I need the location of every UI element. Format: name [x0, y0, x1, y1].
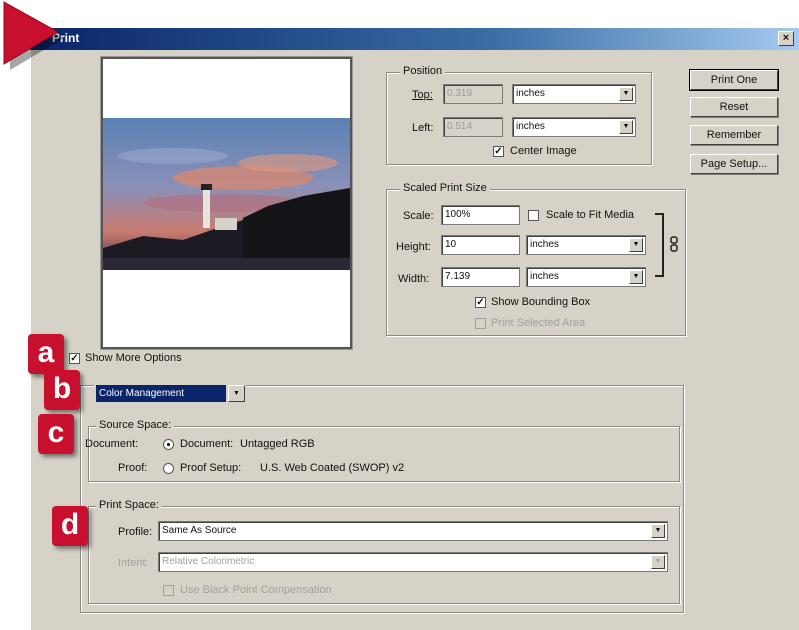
remember-button[interactable]: Remember: [690, 125, 778, 145]
scale-input[interactable]: 100%: [441, 205, 520, 225]
top-unit-value: inches: [516, 88, 545, 99]
red-arrow-icon: [0, 0, 70, 74]
show-bounding-box-label: Show Bounding Box: [491, 296, 591, 308]
scale-label: Scale:: [403, 210, 434, 222]
top-label: Top:: [412, 89, 433, 101]
height-unit-value: inches: [530, 239, 559, 250]
profile-value: Same As Source: [162, 525, 237, 536]
intent-select[interactable]: Relative Colorimetric ▼: [158, 552, 668, 572]
page-setup-button[interactable]: Page Setup...: [690, 154, 778, 174]
chevron-down-icon[interactable]: ▼: [228, 385, 245, 402]
close-button[interactable]: ×: [778, 31, 794, 46]
chain-link-icon[interactable]: [668, 236, 680, 252]
top-unit-select[interactable]: inches ▼: [512, 84, 636, 104]
print-one-button[interactable]: Print One: [689, 69, 779, 91]
scaled-print-size-legend: Scaled Print Size: [400, 182, 490, 194]
left-label: Left:: [412, 122, 434, 134]
width-input[interactable]: 7.139: [441, 267, 520, 287]
black-point-compensation-checkbox[interactable]: [163, 585, 174, 596]
proof-radio[interactable]: [163, 463, 174, 474]
marker-d-letter: d: [60, 508, 80, 541]
preview-image: [103, 118, 350, 270]
height-unit-select[interactable]: inches ▼: [526, 235, 646, 255]
marker-a: a: [28, 334, 64, 374]
document-row-label: Document:: [85, 438, 139, 450]
width-label: Width:: [398, 273, 430, 285]
marker-c-letter: c: [47, 416, 65, 449]
proportion-bracket: [655, 213, 664, 277]
center-image-checkbox[interactable]: ✓: [493, 146, 504, 157]
chevron-down-icon: ▼: [619, 87, 633, 101]
left-input[interactable]: 0.514: [443, 117, 503, 137]
show-more-options-checkbox[interactable]: ✓: [69, 353, 80, 364]
intent-value: Relative Colorimetric: [162, 556, 255, 567]
proof-profile-value: U.S. Web Coated (SWOP) v2: [260, 462, 405, 474]
show-more-options-label: Show More Options: [85, 352, 182, 364]
print-selected-area-label: Print Selected Area: [491, 317, 586, 329]
chevron-down-icon: ▼: [629, 238, 643, 252]
proof-option-label: Proof Setup:: [180, 462, 242, 474]
document-profile-value: Untagged RGB: [240, 438, 315, 450]
document-radio[interactable]: [163, 439, 174, 450]
chevron-down-icon: ▼: [619, 120, 633, 134]
intent-label: Intent:: [118, 557, 149, 569]
show-bounding-box-checkbox[interactable]: ✓: [475, 297, 486, 308]
marker-d: d: [52, 506, 88, 546]
reset-button[interactable]: Reset: [690, 97, 778, 117]
width-unit-select[interactable]: inches ▼: [526, 267, 646, 287]
top-input[interactable]: 0.319: [443, 84, 503, 104]
marker-b: b: [44, 370, 80, 410]
profile-select[interactable]: Same As Source ▼: [158, 521, 668, 541]
height-input[interactable]: 10: [441, 235, 520, 255]
print-space-legend: Print Space:: [96, 499, 162, 511]
print-selected-area-checkbox[interactable]: [475, 318, 486, 329]
black-point-compensation-label: Use Black Point Compensation: [180, 584, 332, 596]
proof-row-label: Proof:: [118, 462, 148, 474]
source-space-legend: Source Space:: [96, 419, 175, 431]
width-unit-value: inches: [530, 271, 559, 282]
height-label: Height:: [396, 241, 431, 253]
marker-b-letter: b: [52, 372, 72, 405]
left-unit-value: inches: [516, 121, 545, 132]
marker-a-letter: a: [37, 336, 55, 369]
chevron-down-icon: ▼: [651, 524, 665, 538]
chevron-down-icon: ▼: [629, 270, 643, 284]
scale-to-fit-label: Scale to Fit Media: [546, 209, 635, 221]
title-bar: [30, 28, 799, 50]
color-management-select[interactable]: Color Management: [96, 385, 226, 402]
chevron-down-icon: ▼: [651, 555, 665, 569]
left-unit-select[interactable]: inches ▼: [512, 117, 636, 137]
center-image-label: Center Image: [510, 145, 577, 157]
position-legend: Position: [400, 65, 446, 77]
marker-c: c: [38, 414, 74, 454]
profile-label: Profile:: [118, 526, 153, 538]
scale-to-fit-checkbox[interactable]: [528, 210, 539, 221]
document-option-label: Document:: [180, 438, 234, 450]
